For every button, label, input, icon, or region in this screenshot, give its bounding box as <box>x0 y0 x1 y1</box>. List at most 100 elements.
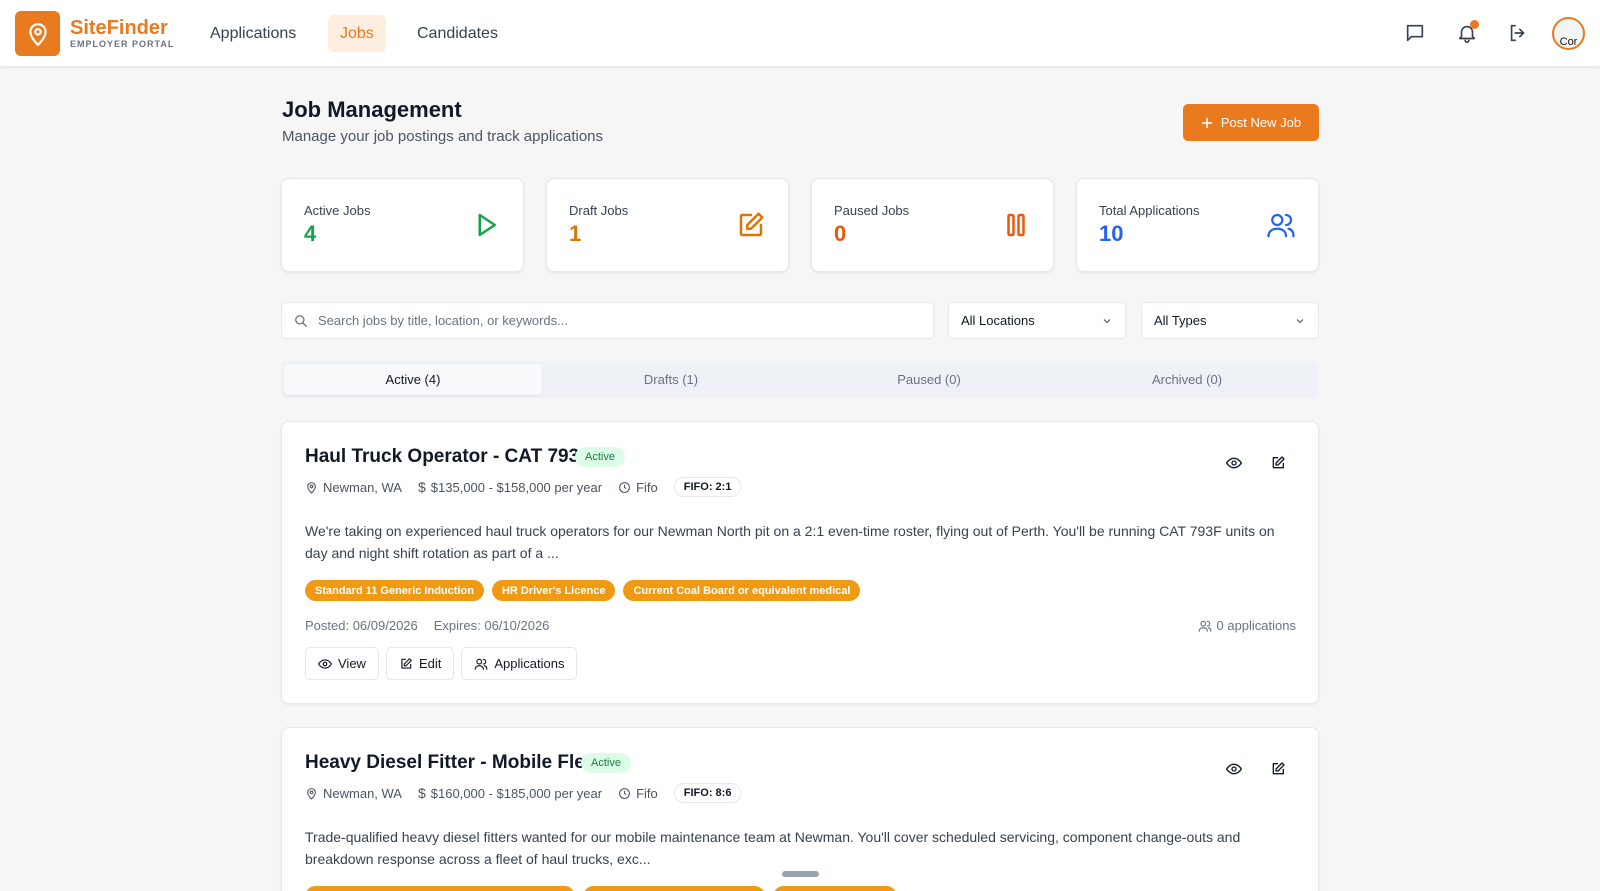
job-actions: View Edit Applications <box>305 647 578 680</box>
stat-card-total-applications: Total Applications 10 <box>1076 178 1319 272</box>
requirement-tag <box>773 886 897 891</box>
applications-button-label: Applications <box>494 656 565 671</box>
eye-icon[interactable] <box>1223 758 1245 780</box>
page-subtitle: Manage your job postings and track appli… <box>282 128 604 145</box>
message-icon[interactable] <box>1402 20 1428 46</box>
type-select-value: All Types <box>1154 313 1207 328</box>
job-work-type-text: Fifo <box>636 479 658 495</box>
posted-date: Posted: 06/09/2026 <box>305 618 418 633</box>
edit-button[interactable]: Edit <box>385 647 455 680</box>
job-location: Newman, WA <box>305 480 402 495</box>
stat-card-draft-jobs: Draft Jobs 1 <box>546 178 789 272</box>
top-navigation-bar: SiteFinder EMPLOYER PORTAL Applications … <box>0 0 1600 67</box>
stat-card-paused-jobs: Paused Jobs 0 <box>811 178 1054 272</box>
post-new-job-label: Post New Job <box>1220 115 1302 130</box>
job-location-text: Newman, WA <box>323 479 402 495</box>
location-select-value: All Locations <box>961 313 1035 328</box>
tab-archived[interactable]: Archived (0) <box>1058 364 1316 395</box>
edit-icon <box>401 657 412 669</box>
stat-label: Total Applications <box>1099 203 1200 218</box>
logout-icon[interactable] <box>1505 20 1531 46</box>
job-tags: Standard 11 Generic Induction HR Driver'… <box>305 580 861 601</box>
job-location: Newman, WA <box>305 786 402 801</box>
play-icon <box>478 213 496 237</box>
edit-icon[interactable] <box>1267 758 1289 780</box>
users-icon <box>1267 213 1295 238</box>
job-description: We're taking on experienced haul truck o… <box>305 523 1275 561</box>
tab-active[interactable]: Active (4) <box>284 364 542 395</box>
job-salary: $ $135,000 - $158,000 per year <box>418 479 602 495</box>
dollar-icon: $ <box>417 785 426 801</box>
notification-dot <box>1470 20 1479 29</box>
page-title: Job Management <box>282 97 462 122</box>
job-salary-text: $160,000 - $185,000 per year <box>430 785 603 801</box>
job-dates: Posted: 06/09/2026 Expires: 06/10/2026 <box>305 618 549 633</box>
clock-icon <box>619 481 631 493</box>
edit-button-label: Edit <box>418 656 442 671</box>
application-count-text: 0 applications <box>1216 618 1297 633</box>
brand-name: SiteFinder <box>70 17 168 39</box>
status-badge: Active <box>581 753 631 773</box>
view-button-label: View <box>338 656 366 671</box>
status-tabs: Active (4) Drafts (1) Paused (0) Archive… <box>281 361 1319 398</box>
brand-subtitle: EMPLOYER PORTAL <box>70 39 175 49</box>
applications-button[interactable]: Applications <box>461 647 578 680</box>
job-description: Trade-qualified heavy diesel fitters wan… <box>305 829 1241 867</box>
stat-value: 10 <box>1099 221 1124 246</box>
search-input[interactable] <box>318 303 918 338</box>
location-select[interactable]: All Locations <box>948 302 1126 339</box>
job-title[interactable]: Heavy Diesel Fitter - Mobile Fleet <box>305 752 602 774</box>
avatar-text: Cor <box>1559 36 1578 48</box>
post-new-job-button[interactable]: Post New Job <box>1183 104 1319 141</box>
logo-icon[interactable] <box>15 11 60 56</box>
scroll-handle[interactable] <box>782 871 819 877</box>
roster-badge: FIFO: 2:1 <box>673 477 742 497</box>
job-card: Heavy Diesel Fitter - Mobile Fleet Activ… <box>281 727 1319 891</box>
tab-paused[interactable]: Paused (0) <box>800 364 1058 395</box>
requirement-tag: Current Coal Board or equivalent medical <box>623 580 861 601</box>
job-work-type: Fifo <box>618 480 658 495</box>
map-pin-icon <box>307 481 316 494</box>
job-title[interactable]: Haul Truck Operator - CAT 793F <box>305 446 591 468</box>
users-icon <box>474 658 488 670</box>
tab-drafts[interactable]: Drafts (1) <box>542 364 800 395</box>
nav-candidates[interactable]: Candidates <box>405 15 510 52</box>
bell-icon[interactable] <box>1454 20 1480 46</box>
job-work-type-text: Fifo <box>636 785 658 801</box>
edit-icon[interactable] <box>1267 452 1289 474</box>
requirement-tag: HR Driver's Licence <box>491 580 616 601</box>
type-select[interactable]: All Types <box>1141 302 1319 339</box>
stat-value: 0 <box>834 221 847 246</box>
job-work-type: Fifo <box>618 786 658 801</box>
stat-label: Draft Jobs <box>569 203 629 218</box>
expires-date: Expires: 06/10/2026 <box>433 618 550 633</box>
stat-card-active-jobs: Active Jobs 4 <box>281 178 524 272</box>
job-meta: Newman, WA $ $160,000 - $185,000 per yea… <box>305 783 742 803</box>
stat-label: Paused Jobs <box>834 203 910 218</box>
requirement-tag <box>583 886 765 891</box>
status-badge: Active <box>575 447 625 467</box>
job-card: Haul Truck Operator - CAT 793F Active Ne… <box>281 421 1319 704</box>
stat-value: 4 <box>304 221 317 246</box>
clock-icon <box>619 787 631 799</box>
users-icon <box>1198 620 1211 632</box>
chevron-down-icon <box>1103 318 1111 323</box>
job-meta: Newman, WA $ $135,000 - $158,000 per yea… <box>305 477 742 497</box>
edit-icon <box>739 212 764 237</box>
job-salary: $ $160,000 - $185,000 per year <box>418 785 602 801</box>
eye-icon <box>318 658 332 669</box>
plus-icon <box>1201 117 1212 128</box>
search-icon <box>295 315 307 327</box>
job-salary-text: $135,000 - $158,000 per year <box>430 479 603 495</box>
job-location-text: Newman, WA <box>323 785 402 801</box>
application-count: 0 applications <box>1198 618 1297 633</box>
roster-badge: FIFO: 8:6 <box>673 783 742 803</box>
brand: SiteFinder EMPLOYER PORTAL <box>70 17 174 50</box>
nav-applications[interactable]: Applications <box>198 15 308 52</box>
avatar[interactable]: Cor <box>1552 17 1585 50</box>
view-button[interactable]: View <box>305 647 379 680</box>
nav-jobs[interactable]: Jobs <box>328 15 386 52</box>
requirement-tag <box>305 886 575 891</box>
job-tags <box>305 886 897 891</box>
eye-icon[interactable] <box>1223 452 1245 474</box>
